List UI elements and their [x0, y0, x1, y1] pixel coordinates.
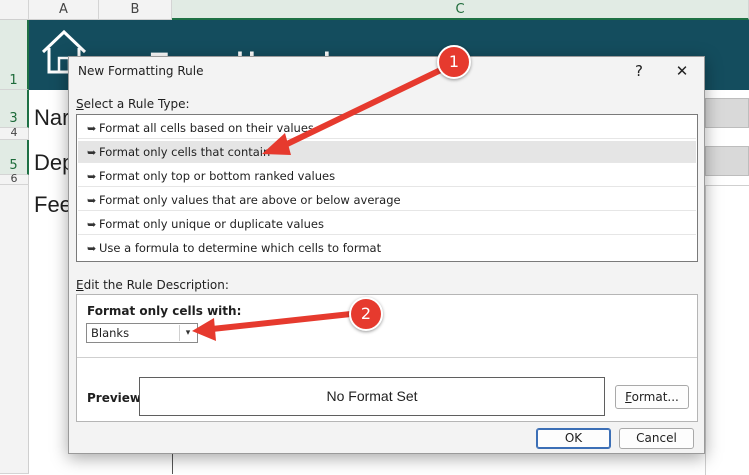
annotation-arrows — [192, 63, 452, 341]
annotation-arrow-2 — [209, 310, 363, 332]
annotation-badge-2: 2 — [349, 297, 383, 331]
annotation-arrowhead-2 — [192, 318, 216, 341]
annotation-arrow-1 — [282, 63, 452, 148]
annotation-badge-1: 1 — [437, 45, 471, 79]
annotation-arrowhead-1 — [262, 133, 291, 155]
